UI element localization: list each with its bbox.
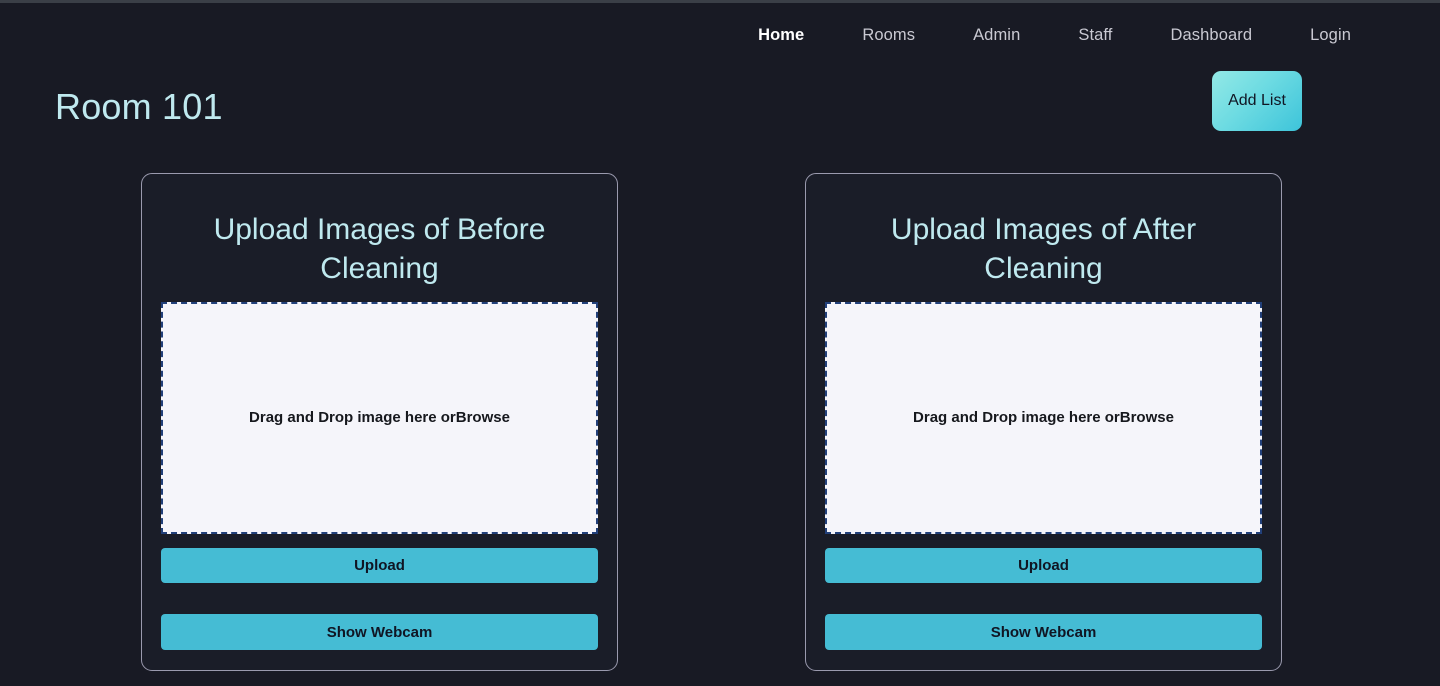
- page-header: Room 101 Add List: [0, 68, 1440, 140]
- upload-button-before[interactable]: Upload: [161, 547, 598, 584]
- nav-item-dashboard[interactable]: Dashboard: [1142, 22, 1282, 49]
- show-webcam-button-before[interactable]: Show Webcam: [161, 614, 598, 651]
- show-webcam-button-after[interactable]: Show Webcam: [825, 614, 1262, 651]
- upload-card-before: Upload Images of Before Cleaning Drag an…: [141, 173, 618, 671]
- browse-link-before[interactable]: Browse: [456, 409, 510, 426]
- nav-item-login[interactable]: Login: [1281, 22, 1380, 49]
- main-navigation: Home Rooms Admin Staff Dashboard Login: [0, 3, 1440, 68]
- add-list-button[interactable]: Add List: [1212, 71, 1302, 131]
- nav-list: Home Rooms Admin Staff Dashboard Login: [729, 22, 1380, 49]
- dropzone-after[interactable]: Drag and Drop image here orBrowse: [825, 302, 1262, 534]
- nav-item-admin[interactable]: Admin: [944, 22, 1049, 49]
- dropzone-text-before: Drag and Drop image here orBrowse: [249, 409, 510, 426]
- nav-item-home[interactable]: Home: [729, 22, 833, 49]
- dropzone-text-after: Drag and Drop image here orBrowse: [913, 409, 1174, 426]
- browse-link-after[interactable]: Browse: [1120, 409, 1174, 426]
- upload-cards-row: Upload Images of Before Cleaning Drag an…: [141, 173, 1282, 671]
- nav-item-staff[interactable]: Staff: [1049, 22, 1141, 49]
- card-title-after: Upload Images of After Cleaning: [890, 213, 1197, 285]
- page-title: Room 101: [55, 86, 223, 127]
- nav-item-rooms[interactable]: Rooms: [833, 22, 944, 49]
- dropzone-before[interactable]: Drag and Drop image here orBrowse: [161, 302, 598, 534]
- upload-button-after[interactable]: Upload: [825, 547, 1262, 584]
- dropzone-prompt-before: Drag and Drop image here or: [249, 409, 456, 427]
- card-title-before: Upload Images of Before Cleaning: [213, 213, 546, 285]
- upload-card-after: Upload Images of After Cleaning Drag and…: [805, 173, 1282, 671]
- dropzone-prompt-after: Drag and Drop image here or: [913, 409, 1120, 427]
